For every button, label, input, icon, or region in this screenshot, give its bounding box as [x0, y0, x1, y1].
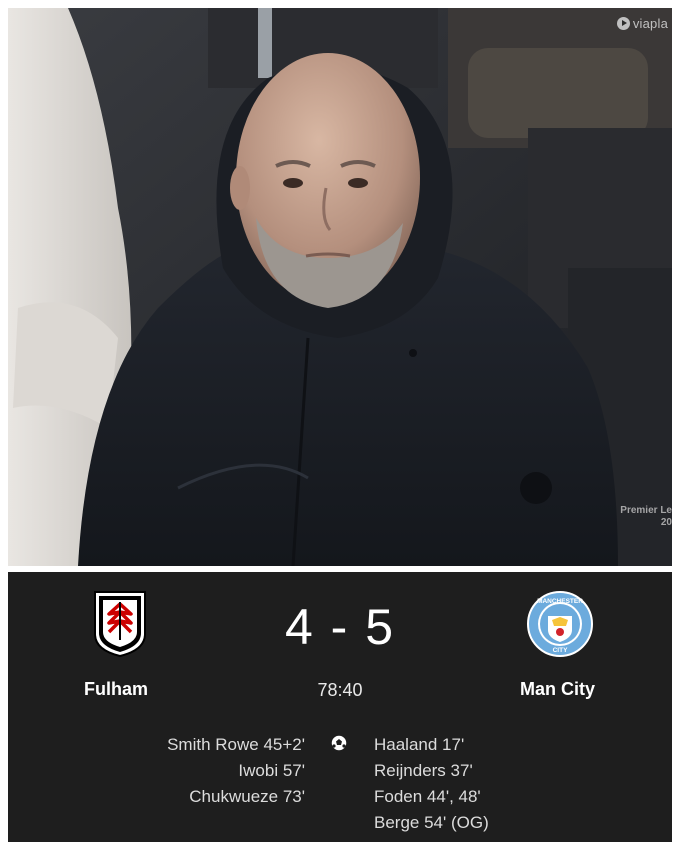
home-scorers-list: Smith Rowe 45+2' Iwobi 57' Chukwueze 73': [167, 732, 305, 810]
away-scorer: Haaland 17': [374, 735, 465, 754]
city-crest-top-text: MANCHESTER: [537, 598, 583, 605]
home-scorer: Iwobi 57': [238, 761, 305, 780]
away-scorer: Reijnders 37': [374, 761, 473, 780]
manager-photo-illustration: [8, 8, 672, 566]
scoreboard: 4 - 5 MANCHESTER CITY Fulham 78:40 Man C…: [8, 572, 672, 842]
competition-watermark-line1: Premier Le: [620, 505, 672, 516]
play-logo-icon: [616, 17, 630, 30]
away-team-name: Man City: [520, 679, 596, 699]
broadcaster-watermark-text: viapla: [632, 16, 668, 31]
away-score: 5: [365, 599, 396, 655]
home-scorer: Smith Rowe 45+2': [167, 735, 305, 754]
broadcaster-watermark: viapla: [616, 16, 668, 31]
away-scorers-list: Haaland 17' Reijnders 37' Foden 44', 48'…: [374, 732, 489, 836]
away-scorer: Foden 44', 48': [374, 787, 481, 806]
home-scorer: Chukwueze 73': [189, 787, 305, 806]
football-icon: [330, 734, 348, 752]
match-photo: viapla Premier Le 20: [8, 8, 672, 566]
home-score: 4: [284, 599, 315, 655]
city-crest-bottom-text: CITY: [553, 647, 568, 654]
competition-watermark: Premier Le 20: [620, 505, 672, 529]
away-scorer: Berge 54' (OG): [374, 813, 489, 832]
man-city-crest-icon: MANCHESTER CITY: [527, 591, 593, 657]
competition-watermark-line2: 20: [660, 517, 672, 528]
score-separator: -: [330, 599, 350, 655]
